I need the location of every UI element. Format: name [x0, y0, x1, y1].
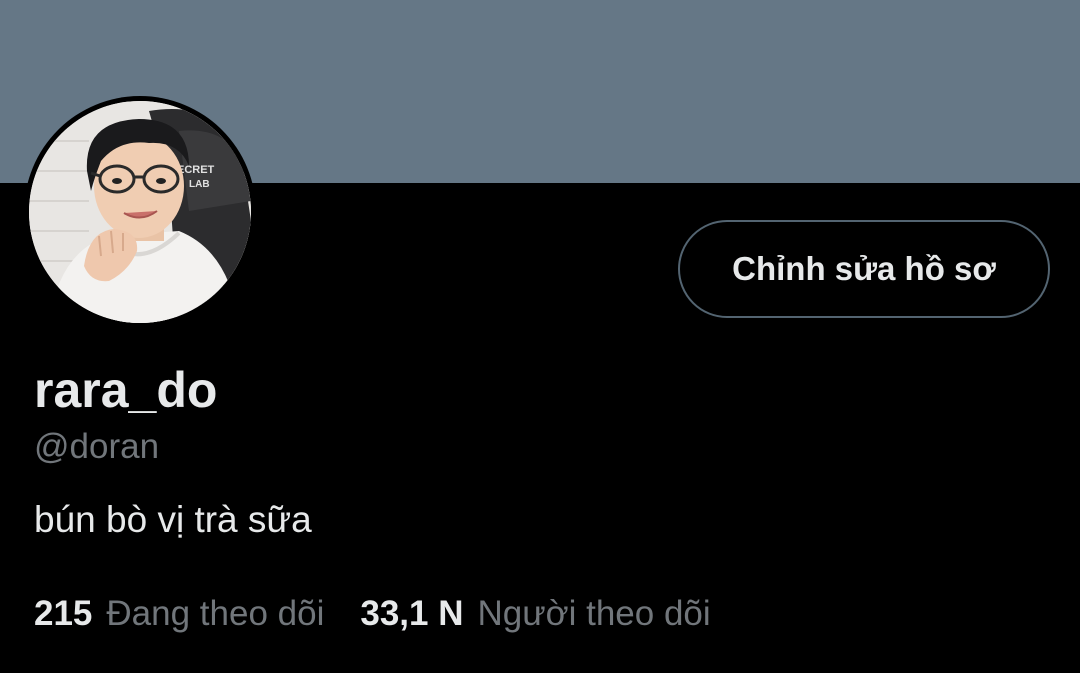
- profile-stats: 215 Đang theo dõi 33,1 N Người theo dõi: [34, 592, 711, 636]
- following-count: 215: [34, 594, 93, 633]
- svg-text:LAB: LAB: [189, 179, 210, 190]
- profile-page: ECRET LAB Chỉnh sửa hồ sơ rara_do @doran…: [0, 0, 1080, 673]
- user-handle: @doran: [34, 427, 160, 466]
- following-label: Đang theo dõi: [106, 594, 325, 633]
- avatar-photo: ECRET LAB: [29, 101, 251, 323]
- avatar[interactable]: ECRET LAB: [24, 96, 256, 328]
- followers-count: 33,1 N: [360, 594, 464, 633]
- display-name: rara_do: [34, 362, 218, 418]
- edit-profile-button[interactable]: Chỉnh sửa hồ sơ: [678, 220, 1050, 318]
- followers-label: Người theo dõi: [477, 594, 711, 633]
- followers-stat[interactable]: 33,1 N Người theo dõi: [360, 592, 710, 636]
- following-stat[interactable]: 215 Đang theo dõi: [34, 592, 324, 636]
- profile-bio: bún bò vị trà sữa: [34, 499, 312, 540]
